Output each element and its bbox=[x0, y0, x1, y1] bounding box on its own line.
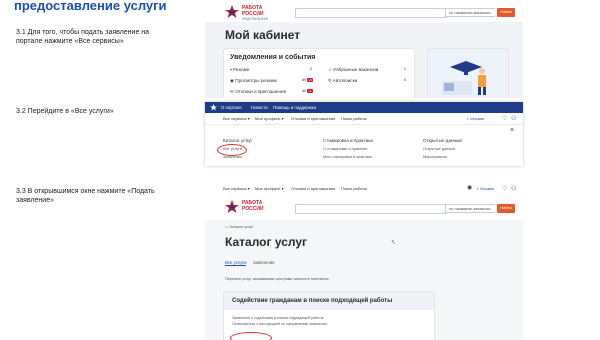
heart-icon[interactable]: ♡ bbox=[502, 115, 507, 122]
subnav3-job-search[interactable]: Поиск работы bbox=[341, 186, 367, 191]
logo-sub: ФЕДЕРАЛЬНАЯ bbox=[242, 17, 269, 21]
graduate-illustration-icon bbox=[442, 61, 486, 95]
menu-close-icon[interactable]: × bbox=[510, 127, 514, 134]
breadcrumb[interactable]: ⌂ › Каталог услуг bbox=[225, 225, 253, 229]
logo-star-icon-3 bbox=[225, 200, 239, 213]
service-desc-1: Заявление о содействии в поиске подходящ… bbox=[232, 316, 325, 320]
tab-applications[interactable]: Заявления bbox=[253, 260, 275, 265]
views-badge: +5 bbox=[307, 78, 313, 82]
navbar-logo-icon bbox=[210, 104, 217, 111]
nav-help[interactable]: Помощь и поддержка bbox=[273, 105, 316, 110]
sub-navbar: Все сервисы ▾ Мое профиль ▾ Отклики и пр… bbox=[205, 113, 523, 125]
subnav-profile[interactable]: Мое профиль ▾ bbox=[255, 116, 284, 121]
screenshot-cabinet: РАБОТА РОССИИ ФЕДЕРАЛЬНАЯ по названию ва… bbox=[205, 0, 523, 98]
subnav3-all-services[interactable]: Все сервисы ▾ bbox=[223, 186, 250, 191]
notif-resume-count: 3 bbox=[309, 67, 312, 71]
search-button-3[interactable]: Найти bbox=[497, 204, 515, 213]
notif-responses-count: 40 +1 bbox=[302, 89, 313, 93]
heart-icon-3[interactable]: ♡ bbox=[502, 185, 507, 192]
notifications-title: Уведомления и события bbox=[230, 54, 316, 61]
location-link[interactable]: г. Москва bbox=[467, 116, 484, 121]
step-3-1-text: 3.1 Для того, чтобы подать заявление на … bbox=[16, 29, 150, 45]
col-internship-head: Стажировка и практика bbox=[323, 138, 373, 143]
subnav-responses[interactable]: Отклики и приглашения bbox=[291, 116, 335, 121]
search-button[interactable]: Найти bbox=[497, 8, 515, 17]
service-title: Содействие гражданам в поиске подходящей… bbox=[232, 298, 393, 304]
responses-badge: +1 bbox=[307, 89, 313, 93]
search-filter-select[interactable]: по названию вакансии bbox=[445, 8, 495, 17]
logo-star-icon bbox=[225, 5, 239, 18]
col-opendata-head: Открытые данные bbox=[423, 138, 462, 143]
notif-favorites-count: 1 bbox=[403, 67, 406, 71]
notif-views[interactable]: ◉ Просмотры резюме bbox=[230, 78, 277, 84]
search-input[interactable] bbox=[295, 8, 447, 18]
menu-internship-about[interactable]: О стажировке и практике bbox=[323, 147, 367, 151]
search-filter-select-3[interactable]: по названию вакансии bbox=[445, 204, 495, 213]
catalog-title: Каталог услуг bbox=[225, 235, 308, 249]
apply-highlight-oval bbox=[230, 332, 272, 340]
cabinet-title: Мой кабинет bbox=[225, 28, 301, 42]
page-heading: предоставление услуги bbox=[14, 0, 167, 13]
subnav-job-search[interactable]: Поиск работы bbox=[341, 116, 367, 121]
location-link-3[interactable]: г. Москва bbox=[477, 186, 494, 191]
eye-icon[interactable]: ◉ bbox=[467, 184, 472, 191]
notif-autosearch[interactable]: ⚲ Автопоиски bbox=[328, 78, 357, 84]
service-card[interactable]: Содействие гражданам в поиске подходящей… bbox=[223, 291, 435, 340]
search-input-3[interactable] bbox=[295, 204, 447, 214]
notif-responses[interactable]: ✉ Отклики и приглашения bbox=[230, 89, 286, 95]
subnav-all-services[interactable]: Все сервисы ▾ bbox=[223, 116, 250, 121]
user-icon[interactable]: ⚇ bbox=[511, 115, 516, 122]
nav-news[interactable]: Новости bbox=[251, 105, 268, 110]
notif-views-count: 69 +5 bbox=[302, 78, 313, 82]
step-3-2-text: 3.2 Перейдите в «Все услуги» bbox=[16, 108, 114, 115]
subnav3-profile[interactable]: Мое профиль ▾ bbox=[255, 186, 284, 191]
logo3-line2: РОССИИ bbox=[242, 205, 264, 212]
notif-favorites[interactable]: ☆ Избранные вакансии bbox=[328, 67, 378, 73]
illustration-card bbox=[427, 48, 509, 98]
notif-resume[interactable]: ▪ Резюме bbox=[230, 67, 249, 72]
header-3: РАБОТА РОССИИ по названию вакансии Найти bbox=[205, 194, 523, 220]
notif-autosearch-count: 0 bbox=[403, 78, 406, 82]
menu-opendata[interactable]: Открытые данные bbox=[423, 147, 455, 151]
screenshot-catalog: Все сервисы ▾ Мое профиль ▾ Отклики и пр… bbox=[205, 183, 523, 340]
menu-my-internships[interactable]: Мои стажировки и практики bbox=[323, 155, 372, 159]
step-3-3-text: 3.3 В открывшимся окне нажмите «Подать з… bbox=[16, 188, 155, 204]
catalog-info: Перечень услуг, оказываемых центрами зан… bbox=[225, 277, 330, 281]
service-desc-2: Ознакомьтесь с инструкцией по оформлению… bbox=[232, 322, 328, 326]
nav-about[interactable]: О портале bbox=[221, 105, 242, 110]
col-catalog-head: Каталог услуг bbox=[223, 138, 253, 143]
screenshot-menu: О портале Новости Помощь и поддержка Все… bbox=[205, 102, 523, 166]
subnav3-responses[interactable]: Отклики и приглашения bbox=[291, 186, 335, 191]
menu-events[interactable]: Мероприятия bbox=[423, 155, 447, 159]
notifications-card: Уведомления и события ▪ Резюме 3 ☆ Избра… bbox=[223, 48, 415, 98]
mouse-cursor-icon: ↖ bbox=[391, 240, 397, 246]
menu-applications-link[interactable]: Заявления bbox=[223, 155, 242, 159]
user-icon-3[interactable]: ⚇ bbox=[511, 185, 516, 192]
tab-all-services[interactable]: Все услуги bbox=[225, 260, 247, 266]
top-navbar: О портале Новости Помощь и поддержка bbox=[205, 102, 523, 113]
